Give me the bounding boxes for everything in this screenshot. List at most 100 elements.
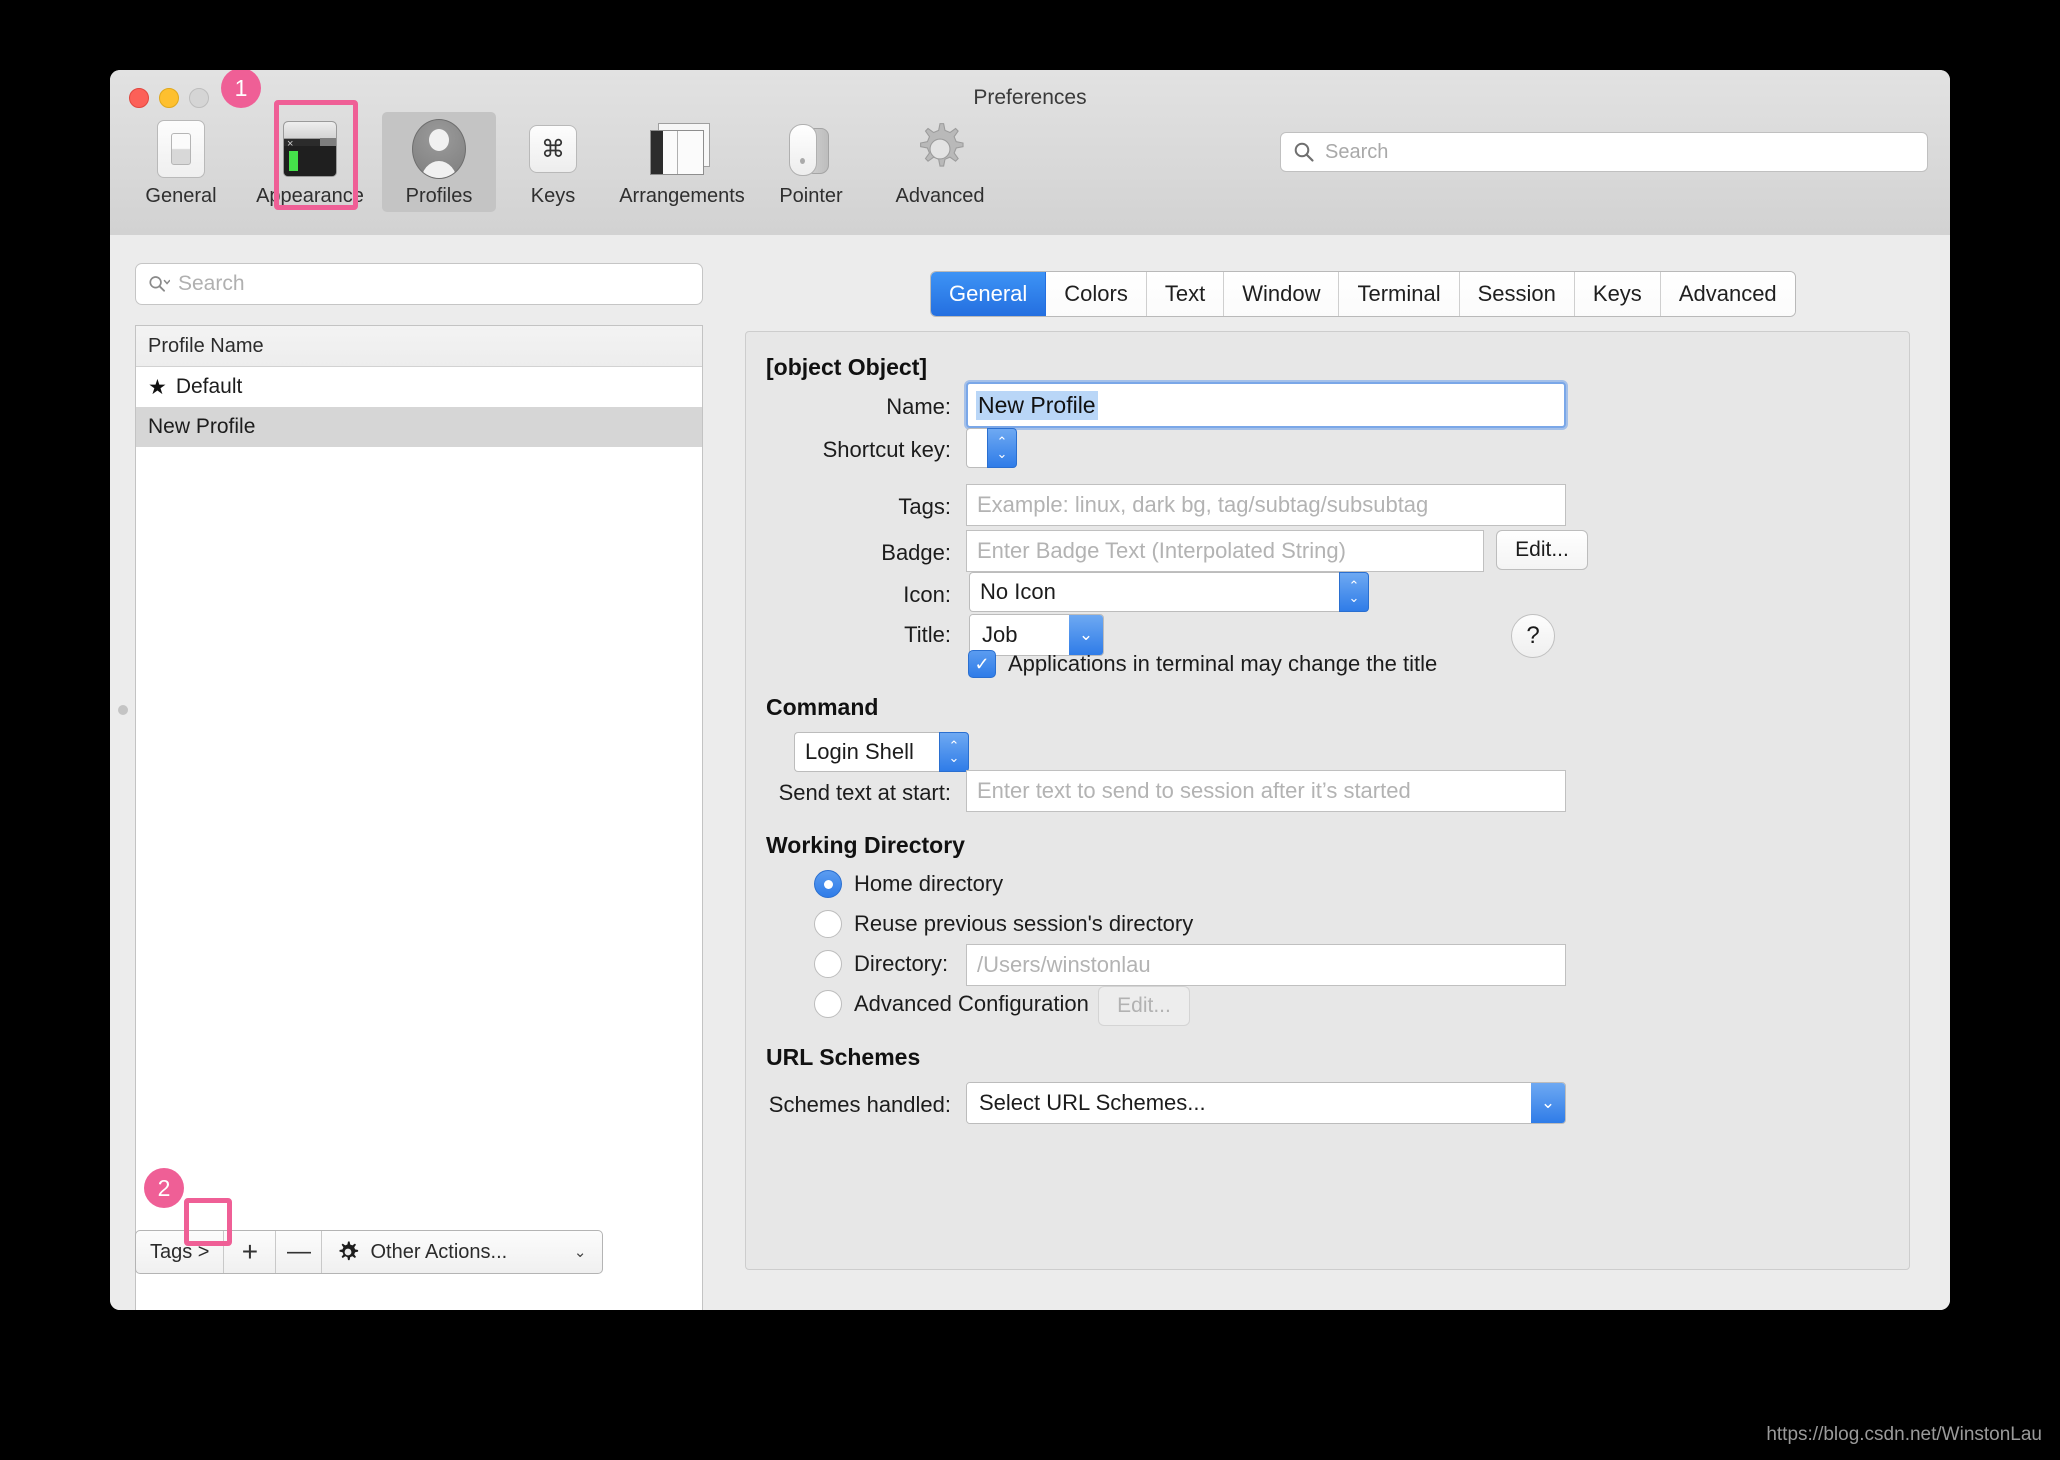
gear-icon (339, 1241, 359, 1261)
chevron-up-down-icon[interactable]: ⌃ ⌄ (939, 732, 969, 772)
icon-select-value: No Icon (969, 572, 1339, 612)
profile-settings-pane: General Colors Text Window Terminal Sess… (735, 235, 1950, 1310)
profiles-table-header[interactable]: Profile Name (136, 326, 702, 367)
chevron-down-icon[interactable]: ⌄ (1069, 615, 1103, 655)
advanced-configuration-edit-button[interactable]: Edit... (1098, 986, 1190, 1026)
name-label: Name: (886, 394, 951, 419)
pointer-icon (783, 118, 839, 180)
tab-keys[interactable]: Keys (1574, 272, 1661, 316)
toolbar-item-general-label: General (145, 185, 217, 207)
send-text-label: Send text at start: (778, 780, 951, 805)
radio-unselected-icon (814, 910, 842, 938)
profiles-sidebar: Search Profile Name ★ Default New Profil… (110, 235, 736, 1310)
section-title-command: Command (766, 694, 879, 720)
icon-label: Icon: (903, 582, 951, 607)
arrangements-icon (650, 118, 714, 180)
preferences-toolbar: General × Appearance Profiles ⌘ Keys Arr… (124, 112, 1012, 212)
app-change-title-checkbox[interactable]: ✓ Applications in terminal may change th… (968, 650, 1437, 678)
shortcut-key-value (966, 428, 987, 468)
table-row[interactable]: New Profile (136, 407, 702, 447)
checkbox-checked-icon: ✓ (968, 650, 996, 678)
tags-label: Tags: (898, 494, 951, 519)
name-input[interactable]: New Profile (966, 382, 1566, 428)
tags-button[interactable]: Tags > (136, 1231, 225, 1273)
split-resize-handle[interactable] (118, 705, 128, 715)
toolbar-item-advanced[interactable]: Advanced (868, 112, 1012, 212)
send-text-input[interactable]: Enter text to send to session after it’s… (966, 770, 1566, 812)
chevron-down-icon[interactable]: ⌄ (1531, 1083, 1565, 1123)
table-row[interactable]: ★ Default (136, 367, 702, 407)
remove-profile-button[interactable]: — (276, 1231, 323, 1273)
profile-name-default: Default (175, 375, 243, 398)
toolbar-search-placeholder: Search (1325, 140, 1389, 163)
appearance-icon: × (283, 118, 337, 180)
help-button[interactable]: ? (1511, 614, 1555, 658)
tab-general[interactable]: General (931, 272, 1047, 316)
command-shell-value: Login Shell (794, 732, 939, 772)
tags-placeholder: Example: linux, dark bg, tag/subtag/subs… (977, 492, 1429, 517)
schemes-handled-label: Schemes handled: (768, 1092, 951, 1117)
shortcut-key-stepper[interactable]: ⌃ ⌄ (966, 428, 1146, 468)
tags-input[interactable]: Example: linux, dark bg, tag/subtag/subs… (966, 484, 1566, 526)
section-title-url-schemes: URL Schemes (766, 1044, 921, 1070)
badge-label: Badge: (881, 540, 951, 565)
keys-icon: ⌘ (529, 118, 577, 180)
toolbar-item-arrangements[interactable]: Arrangements (610, 112, 754, 212)
preferences-window: Preferences General × Appearance Profile… (110, 70, 1950, 1310)
badge-edit-button[interactable]: Edit... (1496, 530, 1588, 570)
profiles-action-segmented-control: Tags > + — Other Actions... ⌄ (135, 1230, 604, 1274)
command-shell-select[interactable]: Login Shell ⌃ ⌄ (794, 732, 969, 772)
directory-input[interactable]: /Users/winstonlau (966, 944, 1566, 986)
radio-reuse-previous-directory[interactable]: Reuse previous session's directory (814, 910, 1193, 938)
toolbar-item-profiles-label: Profiles (405, 185, 473, 207)
star-icon: ★ (148, 375, 167, 399)
section-title-working-directory: Working Directory (766, 832, 965, 858)
other-actions-button[interactable]: Other Actions... ⌄ (322, 1231, 602, 1273)
tab-colors[interactable]: Colors (1046, 272, 1147, 316)
title-select-value: Job (970, 615, 1069, 655)
window-titlebar: Preferences General × Appearance Profile… (110, 70, 1950, 236)
badge-placeholder: Enter Badge Text (Interpolated String) (977, 538, 1346, 563)
name-input-value: New Profile (976, 390, 1098, 420)
send-text-placeholder: Enter text to send to session after it’s… (977, 778, 1411, 803)
tab-session[interactable]: Session (1459, 272, 1575, 316)
tab-terminal[interactable]: Terminal (1339, 272, 1460, 316)
chevron-up-down-icon[interactable]: ⌃ ⌄ (1339, 572, 1369, 612)
profiles-icon (412, 118, 466, 180)
watermark: https://blog.csdn.net/WinstonLau (1766, 1424, 2042, 1445)
chevron-down-icon: ⌄ (573, 1244, 587, 1261)
toolbar-item-pointer[interactable]: Pointer (754, 112, 868, 212)
column-header-profile-name: Profile Name (148, 334, 264, 357)
radio-unselected-icon (814, 950, 842, 978)
tab-window[interactable]: Window (1224, 272, 1340, 316)
search-icon (1294, 142, 1314, 162)
profile-search-input[interactable]: Search (135, 263, 703, 305)
chevron-up-down-icon[interactable]: ⌃ ⌄ (987, 428, 1017, 468)
radio-home-directory[interactable]: Home directory (814, 870, 1003, 898)
directory-placeholder: /Users/winstonlau (977, 952, 1151, 977)
icon-select[interactable]: No Icon ⌃ ⌄ (969, 572, 1369, 612)
toolbar-item-appearance[interactable]: × Appearance (238, 112, 382, 212)
toolbar-item-general[interactable]: General (124, 112, 238, 212)
app-change-title-label: Applications in terminal may change the … (1008, 651, 1438, 676)
toolbar-item-keys[interactable]: ⌘ Keys (496, 112, 610, 212)
general-settings-panel: [object Object] Name: New Profile Shortc… (745, 331, 1910, 1270)
other-actions-label: Other Actions... (370, 1240, 508, 1263)
radio-advanced-configuration[interactable]: Advanced Configuration (814, 990, 1089, 1018)
profiles-table: Profile Name ★ Default New Profile (135, 325, 703, 1310)
radio-unselected-icon (814, 990, 842, 1018)
section-title-basics: [object Object] (766, 354, 928, 380)
annotation-number-2: 2 (144, 1168, 184, 1208)
profiles-bottom-toolbar: Tags > + — Other Actions... ⌄ (135, 1230, 604, 1274)
toolbar-search-field[interactable]: Search (1280, 132, 1928, 172)
schemes-handled-select[interactable]: Select URL Schemes... ⌄ (966, 1082, 1566, 1124)
radio-directory[interactable]: Directory: (814, 950, 948, 978)
radio-directory-label: Directory: (854, 951, 949, 976)
add-profile-button[interactable]: + (224, 1231, 277, 1273)
radio-advanced-configuration-label: Advanced Configuration (854, 991, 1089, 1016)
badge-input[interactable]: Enter Badge Text (Interpolated String) (966, 530, 1484, 572)
shortcut-key-label: Shortcut key: (822, 437, 951, 462)
tab-advanced[interactable]: Advanced (1660, 272, 1795, 316)
toolbar-item-profiles[interactable]: Profiles (382, 112, 496, 212)
tab-text[interactable]: Text (1146, 272, 1225, 316)
